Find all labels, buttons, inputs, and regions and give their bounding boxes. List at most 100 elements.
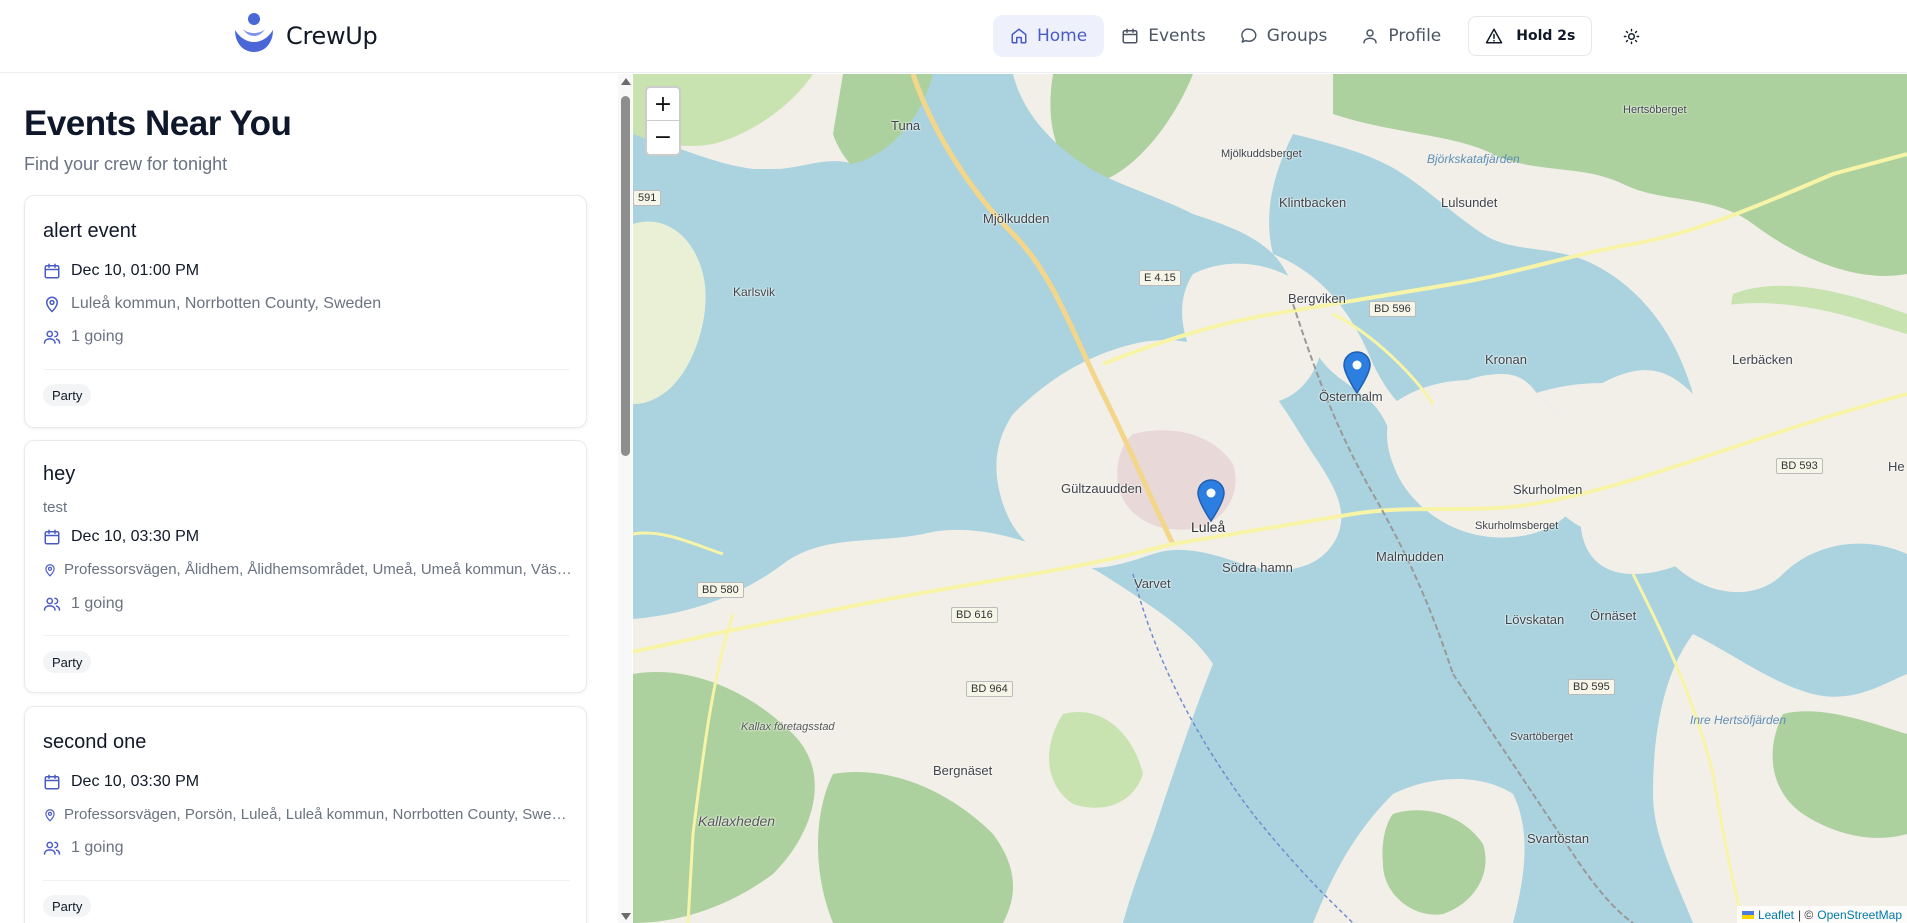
map-pin-icon — [45, 808, 55, 822]
zoom-out-button[interactable]: − — [647, 121, 679, 154]
scrollbar-thumb[interactable] — [621, 96, 630, 456]
event-title: hey — [43, 463, 76, 485]
map-place-label: Bergviken — [1288, 291, 1346, 306]
map-place-label: Svartöstan — [1527, 831, 1590, 846]
sidebar-scrollbar[interactable] — [618, 74, 632, 923]
event-category-tag: Party — [43, 651, 92, 673]
events-map[interactable]: Tuna Mjölkuddsberget Björkskatafjärden H… — [633, 74, 1907, 923]
map-place-label: He — [1888, 459, 1905, 474]
event-attendees: 1 going — [43, 328, 573, 346]
event-location: Professorsvägen, Ålidhem, Ålidhemsområde… — [43, 561, 573, 578]
map-place-label: Svartöberget — [1510, 731, 1573, 743]
users-icon — [43, 597, 61, 611]
brand[interactable]: CrewUp — [232, 12, 378, 61]
map-place-label: Södra hamn — [1222, 560, 1293, 575]
map-marker-icon — [1197, 479, 1225, 523]
map-water-label: Inre Hertsöfjärden — [1690, 713, 1787, 727]
event-date-text: Dec 10, 01:00 PM — [71, 262, 200, 279]
page-subtitle: Find your crew for tonight — [24, 154, 228, 174]
event-card[interactable]: second one Dec 10, 03:30 PM Professorsvä… — [24, 706, 587, 923]
event-attendees: 1 going — [43, 839, 573, 857]
event-location-text: Luleå kommun, Norrbotten County, Sweden — [71, 295, 382, 312]
map-place-label: Örnäset — [1590, 608, 1637, 623]
attribution-separator: | © — [1797, 907, 1814, 922]
event-card[interactable]: hey test Dec 10, 03:30 PM Professorsväge… — [24, 440, 587, 693]
crewup-logo-icon — [232, 12, 276, 61]
event-card[interactable]: alert event Dec 10, 01:00 PM Luleå kommu… — [24, 195, 587, 428]
road-shield: BD 593 — [1776, 458, 1823, 474]
hold-alert-button[interactable]: Hold 2s — [1468, 16, 1593, 56]
calendar-icon — [1122, 28, 1138, 44]
card-divider — [43, 635, 570, 636]
calendar-icon — [44, 529, 60, 545]
road-shield: BD 616 — [951, 607, 998, 623]
map-place-label: Skurholmsberget — [1475, 520, 1559, 532]
road-shield: E 4.15 — [1139, 270, 1181, 286]
map-place-label: Karlsvik — [733, 285, 776, 299]
map-place-label: Hertsöberget — [1623, 104, 1687, 116]
event-date: Dec 10, 03:30 PM — [43, 773, 573, 791]
map-place-label: Varvet — [1134, 576, 1171, 591]
nav-groups[interactable]: Groups — [1223, 15, 1345, 57]
event-date-text: Dec 10, 03:30 PM — [71, 773, 200, 790]
map-place-label: Lövskatan — [1505, 612, 1565, 627]
leaflet-link[interactable]: Leaflet — [1758, 908, 1794, 922]
nav-events[interactable]: Events — [1104, 15, 1223, 57]
user-icon — [1363, 29, 1378, 44]
event-title: alert event — [43, 220, 137, 242]
ukraine-flag-icon — [1741, 910, 1754, 919]
map-place-label: Lulsundet — [1441, 195, 1498, 210]
map-place-label: Tuna — [891, 118, 921, 133]
calendar-icon — [44, 774, 60, 790]
map-zoom-control: + − — [645, 86, 681, 156]
zoom-in-button[interactable]: + — [647, 88, 679, 121]
card-divider — [43, 880, 570, 881]
event-map-marker[interactable] — [1342, 350, 1372, 395]
map-place-label: Mjölkudden — [983, 211, 1050, 226]
calendar-icon — [44, 263, 60, 279]
sun-icon — [1623, 28, 1640, 44]
event-map-marker[interactable] — [1196, 478, 1226, 523]
scroll-up-arrow-icon[interactable] — [621, 78, 631, 85]
nav-profile-label: Profile — [1388, 26, 1442, 46]
event-going-text: 1 going — [71, 839, 124, 856]
map-place-label: Malmudden — [1376, 549, 1444, 564]
map-place-label: Kallaxheden — [698, 813, 776, 829]
main-nav: Home Events Groups Profile Hold 2s — [993, 15, 1648, 57]
map-water-label: Björkskatafjärden — [1427, 152, 1520, 166]
scroll-down-arrow-icon[interactable] — [621, 913, 631, 920]
nav-groups-label: Groups — [1266, 26, 1328, 46]
map-attribution: Leaflet | © OpenStreetMap — [1736, 906, 1907, 923]
users-icon — [43, 330, 61, 344]
brand-name: CrewUp — [286, 22, 378, 50]
road-shield: BD 595 — [1568, 679, 1615, 695]
event-date: Dec 10, 03:30 PM — [43, 528, 573, 546]
road-shield: BD 580 — [697, 582, 744, 598]
event-category-tag: Party — [43, 384, 92, 406]
event-description: test — [43, 499, 68, 516]
chat-bubble-icon — [1240, 28, 1257, 43]
nav-home[interactable]: Home — [993, 15, 1105, 57]
warning-triangle-icon — [1486, 28, 1503, 44]
map-place-label: Mjölkuddsberget — [1221, 148, 1302, 160]
road-shield: BD 596 — [1369, 301, 1416, 317]
road-shield: 591 — [633, 190, 662, 206]
nav-events-label: Events — [1148, 26, 1206, 46]
nav-profile[interactable]: Profile — [1344, 15, 1458, 57]
openstreetmap-link[interactable]: OpenStreetMap — [1817, 908, 1902, 922]
map-pin-icon — [45, 563, 55, 577]
hold-button-label: Hold 2s — [1516, 28, 1576, 44]
map-tiles — [633, 74, 1907, 923]
map-place-label: Gültzauudden — [1061, 481, 1142, 496]
event-location: Professorsvägen, Porsön, Luleå, Luleå ko… — [43, 806, 573, 823]
event-going-text: 1 going — [71, 595, 124, 612]
map-place-label: Kallax företagsstad — [741, 721, 835, 733]
map-marker-icon — [1343, 351, 1371, 395]
map-place-label: Lerbäcken — [1732, 352, 1793, 367]
page-title: Events Near You — [24, 104, 292, 143]
theme-toggle-button[interactable] — [1614, 19, 1648, 53]
map-pin-icon — [45, 296, 59, 313]
events-sidebar: Events Near You Find your crew for tonig… — [0, 74, 632, 923]
road-shield: BD 964 — [966, 681, 1013, 697]
event-category-tag: Party — [43, 895, 92, 917]
